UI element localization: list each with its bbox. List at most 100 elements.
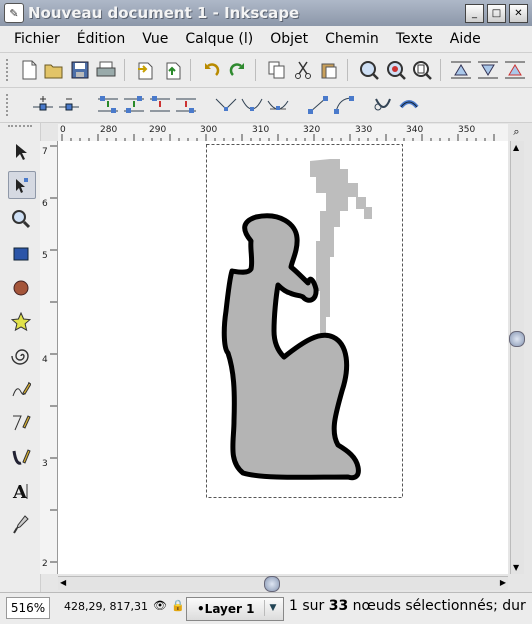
menu-fichier[interactable]: Fichier (6, 31, 69, 47)
ruler-label: 2 (42, 559, 48, 569)
pen-tool-icon[interactable] (8, 410, 34, 436)
undo-icon[interactable] (200, 59, 222, 81)
ruler-label: 6 (42, 199, 48, 209)
export-icon[interactable] (162, 59, 184, 81)
redo-icon[interactable] (227, 59, 249, 81)
toolbar-grip[interactable] (6, 94, 12, 116)
selector-tool-icon[interactable] (8, 139, 34, 165)
curve-segment-icon[interactable] (333, 94, 355, 116)
rectangle-tool-icon[interactable] (8, 241, 34, 267)
join-segment-icon[interactable] (149, 94, 171, 116)
cursor-coordinates: 428,29, 817,31 (64, 600, 148, 613)
vertical-scroll-thumb[interactable] (509, 331, 525, 347)
zoom-tool-icon[interactable] (8, 206, 34, 232)
scroll-left-icon[interactable]: ◀ (60, 578, 66, 587)
maximize-button[interactable]: □ (487, 4, 506, 23)
node-tool-controls (0, 88, 532, 123)
menu-texte[interactable]: Texte (388, 31, 442, 47)
title-bar: ✎ Nouveau document 1 - Inkscape _ □ ✕ (0, 0, 532, 26)
menu-calque[interactable]: Calque (l) (177, 31, 262, 47)
symmetric-node-icon[interactable] (267, 94, 289, 116)
drawing-canvas[interactable] (58, 141, 508, 574)
window-title: Nouveau document 1 - Inkscape (28, 4, 300, 22)
ruler-label: 0 (60, 125, 66, 135)
break-path-icon[interactable] (123, 94, 145, 116)
menu-edition[interactable]: Édition (69, 31, 134, 47)
ruler-label: 4 (42, 355, 48, 365)
cut-icon[interactable] (292, 59, 314, 81)
star-tool-icon[interactable] (8, 309, 34, 335)
calligraphy-tool-icon[interactable] (8, 444, 34, 470)
zoom-corner-icon[interactable]: ⌕ (508, 124, 525, 140)
commands-toolbar (0, 53, 532, 88)
cusp-node-icon[interactable] (215, 94, 237, 116)
close-button[interactable]: ✕ (509, 4, 528, 23)
horizontal-scrollbar[interactable]: ◀ ▶ (58, 576, 508, 592)
align-icon-1[interactable] (450, 59, 472, 81)
scroll-down-icon[interactable]: ▼ (513, 563, 519, 572)
status-node-count: 33 (328, 598, 349, 614)
menu-bar: Fichier Édition Vue Calque (l) Objet Che… (0, 26, 532, 53)
ruler-label: 340 (406, 125, 424, 135)
status-bar: 516% 428,29, 817,31 👁 🔒 •Layer 1 ▼ 1 sur… (0, 592, 532, 624)
menu-objet[interactable]: Objet (262, 31, 317, 47)
layer-selector[interactable]: •Layer 1 ▼ (186, 597, 284, 621)
scroll-up-icon[interactable]: ▲ (513, 143, 519, 152)
ruler-label: 310 (252, 125, 270, 135)
ruler-label: 7 (42, 147, 48, 157)
zoom-selection-icon[interactable] (358, 59, 380, 81)
print-icon[interactable] (95, 59, 117, 81)
menu-vue[interactable]: Vue (134, 31, 177, 47)
delete-segment-icon[interactable] (175, 94, 197, 116)
layer-name: •Layer 1 (197, 602, 255, 616)
node-tool-icon[interactable] (8, 171, 36, 199)
open-icon[interactable] (43, 59, 65, 81)
insert-node-icon[interactable] (32, 94, 54, 116)
ruler-label: 330 (355, 125, 373, 135)
copy-icon[interactable] (266, 59, 288, 81)
zoom-field[interactable]: 516% (6, 597, 50, 619)
vertical-ruler[interactable]: 7 6 5 4 3 2 (40, 141, 58, 574)
vertical-scrollbar[interactable]: ▲ ▼ (509, 141, 525, 574)
layer-dropdown-icon[interactable]: ▼ (264, 600, 281, 616)
align-icon-3[interactable] (504, 59, 526, 81)
lock-icon[interactable]: 🔒 (171, 599, 185, 612)
menu-chemin[interactable]: Chemin (317, 31, 388, 47)
status-message-suffix: nœuds sélectionnés; dur (348, 598, 526, 614)
toolbar-grip[interactable] (6, 59, 12, 81)
ruler-label: 320 (303, 125, 321, 135)
save-icon[interactable] (69, 59, 91, 81)
menu-aide[interactable]: Aide (442, 31, 490, 47)
pencil-tool-icon[interactable] (8, 376, 34, 402)
paste-icon[interactable] (318, 59, 340, 81)
kneeling-figure-path[interactable] (221, 213, 361, 481)
align-icon-2[interactable] (477, 59, 499, 81)
minimize-button[interactable]: _ (465, 4, 484, 23)
svg-text:A: A (12, 482, 28, 501)
text-tool-icon[interactable]: A (8, 478, 34, 504)
join-nodes-icon[interactable] (97, 94, 119, 116)
ellipse-tool-icon[interactable] (8, 275, 34, 301)
smooth-node-icon[interactable] (241, 94, 263, 116)
new-icon[interactable] (18, 59, 40, 81)
zoom-drawing-icon[interactable] (385, 59, 407, 81)
drawing-svg (206, 144, 403, 498)
spiral-tool-icon[interactable] (8, 343, 34, 369)
horizontal-scroll-thumb[interactable] (264, 576, 280, 592)
horizontal-ruler[interactable]: 0 280 290 300 310 320 330 340 350 (58, 124, 508, 142)
toolbox: A (0, 123, 41, 593)
ruler-label: 5 (42, 251, 48, 261)
eye-icon[interactable]: 👁 (153, 599, 167, 612)
dropper-tool-icon[interactable] (8, 511, 34, 537)
import-icon[interactable] (134, 59, 156, 81)
line-segment-icon[interactable] (307, 94, 329, 116)
scroll-right-icon[interactable]: ▶ (500, 578, 506, 587)
ruler-label: 3 (42, 459, 48, 469)
ruler-label: 280 (100, 125, 118, 135)
object-to-path-icon[interactable] (372, 94, 394, 116)
ruler-label: 290 (149, 125, 167, 135)
stroke-to-path-icon[interactable] (398, 94, 420, 116)
inkscape-app-icon[interactable]: ✎ (4, 3, 24, 23)
zoom-page-icon[interactable] (411, 59, 433, 81)
delete-node-icon[interactable] (58, 94, 80, 116)
